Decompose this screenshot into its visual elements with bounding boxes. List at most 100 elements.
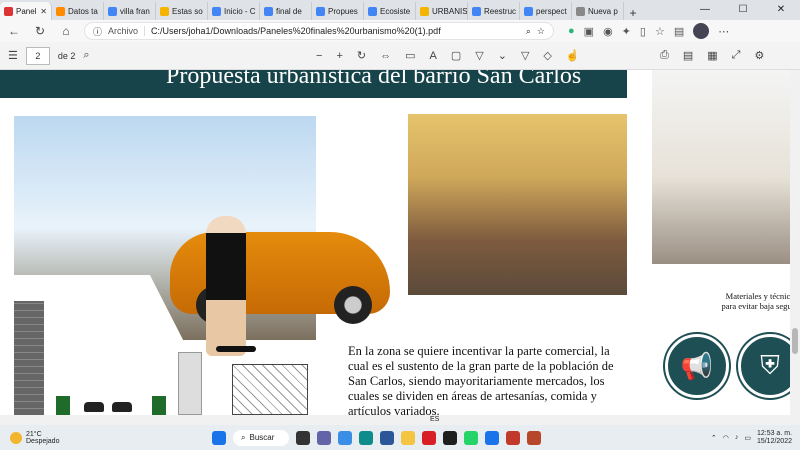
total-pages: de 2 [57, 50, 76, 61]
extension-cube-icon[interactable]: ▣ [584, 25, 594, 38]
browser-tab[interactable]: Estas so [156, 2, 208, 20]
browser-tab[interactable]: Ecosiste [364, 2, 416, 20]
tab-favicon-icon [160, 6, 169, 16]
url-text[interactable]: C:/Users/joha1/Downloads/Paneles%20final… [151, 26, 441, 36]
more-menu-icon[interactable]: ⋯ [718, 25, 729, 38]
tab-favicon-icon [316, 6, 325, 16]
teams-icon[interactable] [317, 430, 331, 445]
maximize-icon[interactable]: ☐ [724, 0, 762, 20]
address-bar[interactable]: ⓘ Archivo C:/Users/joha1/Downloads/Panel… [84, 22, 554, 40]
collections-icon[interactable]: ▤ [674, 25, 684, 38]
new-tab-button[interactable]: + [624, 6, 642, 20]
browser-tab[interactable]: URBANIS [416, 2, 468, 20]
browser-tab[interactable]: Inicio - C [208, 2, 260, 20]
minimize-icon[interactable]: — [686, 0, 724, 20]
browser-tab[interactable]: Propues [312, 2, 364, 20]
eraser-icon[interactable]: ◇ [543, 49, 551, 62]
print-icon[interactable]: ⎙ [660, 49, 669, 62]
task-view-icon[interactable] [296, 430, 310, 445]
tree-drawing [152, 396, 166, 415]
browser-tab[interactable]: Reestruc [468, 2, 520, 20]
taskbar-search[interactable]: ⌕ Buscar [233, 429, 289, 446]
market-stalls-image [408, 114, 627, 295]
fit-page-icon[interactable]: ⇔ [380, 50, 391, 62]
tab-label: Ecosiste [380, 6, 411, 16]
horizontal-scrollbar[interactable] [0, 415, 800, 425]
search-icon: ⌕ [241, 432, 246, 442]
browser-tab-strip: Panel ✕ Datos ta villa fran Estas so Inicio -… [0, 0, 800, 20]
orange-car-image [170, 232, 390, 324]
chevron-up-icon[interactable]: ⌃ [711, 434, 717, 442]
extension-puzzle-icon[interactable]: ✦ [622, 25, 631, 38]
home-icon[interactable]: ⌂ [58, 24, 74, 38]
rotate-icon[interactable]: ↻ [357, 49, 366, 62]
highlight-icon[interactable]: ▽ [521, 49, 529, 62]
browser-tab[interactable]: Datos ta [52, 2, 104, 20]
language-indicator[interactable]: ES [430, 416, 439, 423]
browser-tab[interactable]: villa fran [104, 2, 156, 20]
app-r-icon[interactable] [506, 430, 520, 445]
tab-label: Datos ta [68, 6, 98, 16]
favorite-star-icon[interactable]: ☆ [537, 26, 545, 37]
read-aloud-icon[interactable]: A [430, 50, 437, 62]
address-toolbar: ← ↻ ⌂ ⓘ Archivo C:/Users/joha1/Downloads… [0, 20, 800, 42]
car-drawing [112, 402, 132, 412]
extension-c-icon[interactable]: ● [568, 25, 575, 37]
fullscreen-icon[interactable]: ⤢ [732, 49, 741, 62]
extension-dot-icon[interactable]: ◉ [603, 25, 613, 38]
browser-tab[interactable]: Panel ✕ [0, 2, 52, 20]
car-drawing [84, 402, 104, 412]
draw-icon[interactable]: ▽ [475, 49, 483, 62]
windows-taskbar: 21°C Despejado ⌕ Buscar ⌃ ◠ ♪ ▭ 12:53 a.… [0, 425, 800, 450]
word-icon[interactable] [380, 430, 394, 445]
zoom-icon[interactable]: ⌕ [526, 26, 531, 37]
powerpoint-icon[interactable] [527, 430, 541, 445]
edge-icon[interactable] [359, 430, 373, 445]
battery-icon[interactable]: ▭ [744, 434, 751, 442]
touch-icon[interactable]: ☝ [566, 49, 580, 62]
profile-avatar[interactable] [693, 23, 710, 39]
page-view-icon[interactable]: ▭ [405, 49, 415, 62]
info-icon[interactable]: ⓘ [93, 25, 102, 38]
vertical-scrollbar[interactable] [790, 70, 800, 415]
contents-icon[interactable]: ☰ [8, 49, 18, 62]
volume-icon[interactable]: ♪ [735, 434, 739, 441]
draw-options-icon[interactable]: ⌄ [498, 49, 507, 62]
reload-icon[interactable]: ↻ [32, 24, 48, 38]
file-explorer-icon[interactable] [401, 430, 415, 445]
browser-tab[interactable]: final de [260, 2, 312, 20]
scroll-thumb[interactable] [792, 328, 798, 354]
chrome-icon[interactable] [485, 430, 499, 445]
close-window-icon[interactable]: ✕ [762, 0, 800, 20]
favorites-icon[interactable]: ☆ [655, 25, 665, 38]
text-box-icon[interactable]: ▢ [451, 49, 461, 62]
save-as-icon[interactable]: ▦ [707, 49, 717, 62]
page-number-input[interactable]: 2 [25, 46, 50, 65]
mail-icon[interactable] [338, 430, 352, 445]
weather-widget[interactable]: 21°C Despejado [0, 431, 200, 445]
window-controls: — ☐ ✕ [686, 0, 800, 20]
tab-label: perspect [536, 6, 567, 16]
close-tab-icon[interactable]: ✕ [40, 7, 47, 16]
browser-tab[interactable]: Nueva p [572, 2, 624, 20]
search-icon[interactable]: ⌕ [83, 49, 89, 62]
zoom-in-icon[interactable]: + [336, 50, 342, 62]
tab-label: Propues [328, 6, 358, 16]
save-icon[interactable]: ▤ [683, 49, 693, 62]
app-icon[interactable] [443, 430, 457, 445]
split-screen-icon[interactable]: ▯ [640, 25, 646, 38]
netflix-icon[interactable] [422, 430, 436, 445]
back-icon[interactable]: ← [6, 24, 22, 38]
whatsapp-icon[interactable] [464, 430, 478, 445]
tab-favicon-icon [524, 6, 533, 16]
tree-drawing [56, 396, 70, 415]
clock[interactable]: 12:53 a. m. 15/12/2022 [757, 430, 792, 446]
settings-icon[interactable]: ⚙ [754, 49, 764, 62]
wifi-icon[interactable]: ◠ [723, 434, 729, 442]
windows-start-icon[interactable] [212, 430, 226, 445]
temperature: 21°C [26, 430, 42, 438]
tab-label: villa fran [120, 6, 150, 16]
pdf-viewport[interactable]: Propuesta urbanística del barrio San Car… [0, 70, 790, 415]
zoom-out-icon[interactable]: − [316, 50, 322, 62]
browser-tab[interactable]: perspect [520, 2, 572, 20]
